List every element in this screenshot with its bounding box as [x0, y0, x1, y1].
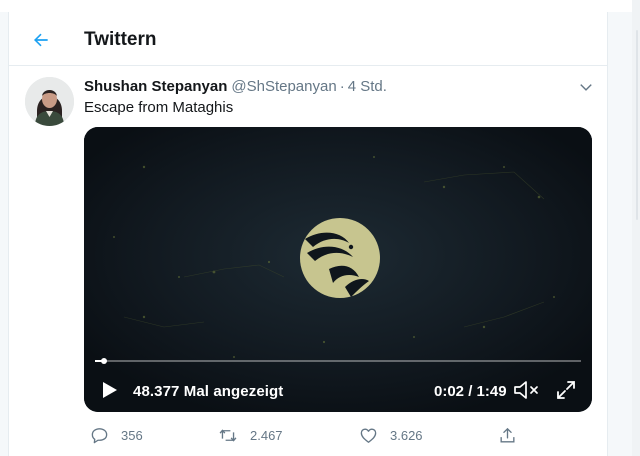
separator-dot: ·: [339, 78, 345, 95]
retweet-button[interactable]: 2.467: [218, 423, 283, 447]
eagle-logo: [300, 218, 380, 298]
video-view-count: 48.377 Mal angezeigt: [133, 383, 284, 400]
reply-icon: [91, 427, 108, 443]
tweet-actions: 356 2.467 3.626: [84, 423, 534, 447]
retweet-count: 2.467: [250, 427, 283, 443]
tweet-time[interactable]: 4 Std.: [348, 78, 387, 95]
more-options-button[interactable]: [575, 76, 597, 98]
page-title: Twittern: [84, 29, 157, 50]
top-strip: [0, 0, 640, 12]
avatar-portrait: [25, 77, 74, 126]
fullscreen-icon: [557, 381, 575, 399]
timeline-column: Twittern Shushan Stepanyan @ShStepanyan · 4…: [8, 12, 608, 456]
share-button[interactable]: [498, 423, 529, 447]
like-count: 3.626: [390, 427, 423, 443]
fullscreen-button[interactable]: [555, 379, 577, 401]
scrollbar-thumb[interactable]: [636, 30, 638, 220]
video-player[interactable]: 48.377 Mal angezeigt 0:02 / 1:49: [84, 127, 592, 412]
reply-button[interactable]: 356: [90, 423, 143, 447]
twitter-page: Twittern Shushan Stepanyan @ShStepanyan · 4…: [0, 0, 640, 456]
arrow-left-icon: [34, 33, 48, 47]
avatar[interactable]: [25, 77, 74, 126]
reply-count: 356: [121, 427, 143, 443]
author-handle[interactable]: @ShStepanyan: [231, 78, 336, 95]
video-progress-knob[interactable]: [100, 358, 107, 364]
tweet-author-row: Shushan Stepanyan @ShStepanyan · 4 Std.: [84, 78, 387, 95]
video-time: 0:02 / 1:49: [434, 383, 507, 400]
back-button[interactable]: [27, 26, 55, 54]
tweet-text: Escape from Mataghis: [84, 99, 234, 116]
play-button[interactable]: [98, 379, 120, 401]
play-icon: [103, 382, 117, 398]
mute-button[interactable]: [513, 379, 541, 401]
tweet[interactable]: Shushan Stepanyan @ShStepanyan · 4 Std. Esc…: [9, 67, 607, 456]
author-display-name[interactable]: Shushan Stepanyan: [84, 78, 227, 95]
muted-speaker-icon: [514, 381, 538, 399]
video-progress-bar[interactable]: [95, 358, 581, 364]
share-icon: [500, 427, 515, 443]
chevron-down-icon: [580, 84, 592, 91]
heart-icon: [360, 427, 377, 443]
like-button[interactable]: 3.626: [359, 423, 423, 447]
retweet-icon: [219, 428, 237, 442]
page-header: Twittern: [9, 12, 607, 66]
